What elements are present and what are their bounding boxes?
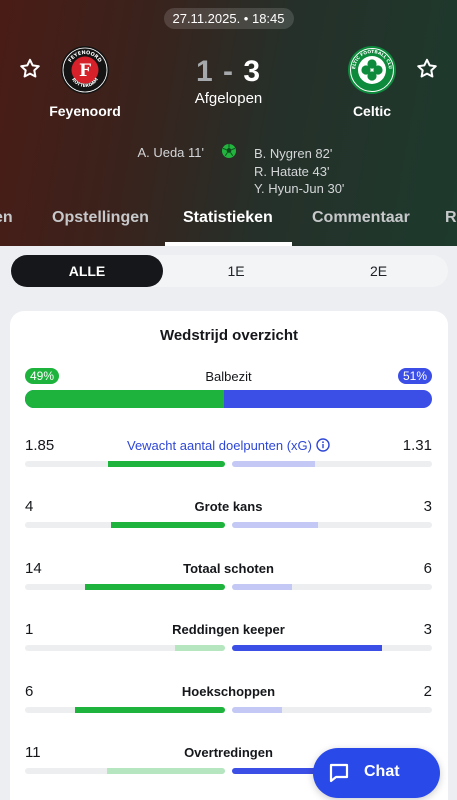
away-scorer: B. Nygren 82' [254,146,333,161]
away-scorers: B. Nygren 82' R. Hatate 43' Y. Hyun-Jun … [254,145,344,198]
stat-label: Totaal schoten [25,561,432,576]
stat-label: Reddingen keeper [25,622,432,637]
period-second-half-button[interactable]: 2E [309,255,448,287]
chat-bubble-icon [329,763,349,783]
stat-row: 1 Reddingen keeper 3 [25,621,432,661]
away-scorer: R. Hatate 43' [254,163,330,179]
stat-home-fill [175,645,225,651]
match-datetime: 27.11.2025. • 18:45 [163,8,294,29]
stat-row: 4 Grote kans 3 [25,498,432,538]
stat-home-fill [107,768,225,774]
tab-opstellingen[interactable]: Opstellingen [52,209,149,227]
home-scorers: A. Ueda 11' [137,145,204,160]
away-possession-badge: 51% [397,368,432,384]
stat-away-fill [232,768,314,774]
match-header: 27.11.2025. • 18:45 FEYENOORD ROTTERDAM … [0,0,457,246]
home-score: 1 [195,55,214,88]
info-icon[interactable] [316,438,330,452]
stat-home-fill [111,522,225,528]
away-score: 3 [243,55,262,88]
stat-row: 14 Totaal schoten 6 [25,560,432,600]
stat-away-fill [232,584,292,590]
stat-label-text: Hoekschoppen [181,684,276,699]
stat-home-track [25,461,225,467]
tab-partial-left[interactable]: en [0,209,13,227]
stat-label-text: Totaal schoten [183,561,274,576]
stat-away-fill [232,645,382,651]
stat-home-track [25,584,225,590]
possession-row: 49% Balbezit 51% [25,368,432,414]
stat-label-text: Reddingen keeper [172,622,285,637]
active-tab-indicator [165,242,292,246]
stat-home-track [25,522,225,528]
home-possession-fill [25,390,225,408]
match-tabs: en Opstellingen Statistieken Commentaar … [0,209,457,246]
tab-commentaar[interactable]: Commentaar [312,209,410,227]
match-overview-card: Wedstrijd overzicht 49% Balbezit 51% 1.8… [10,311,448,800]
stat-away-track [232,461,432,467]
away-scorer: Y. Hyun-Jun 30' [254,181,345,196]
stat-away-value: 1.31 [402,437,432,454]
chat-button[interactable]: Chat [313,748,440,798]
tab-partial-right[interactable]: Ra [445,209,457,227]
stat-label-text: Vewacht aantal doelpunten (xG) [126,438,312,453]
period-first-half-button[interactable]: 1E [163,255,309,287]
stat-away-track [232,707,432,713]
score-separator: - [223,55,234,88]
stat-label-text: Overtredingen [184,745,273,760]
period-selector: ALLE 1E 2E [10,255,448,287]
period-all-button[interactable]: ALLE [11,255,163,287]
match-status: Afgelopen [194,90,263,107]
overview-title: Wedstrijd overzicht [159,327,299,344]
stat-home-track [25,768,225,774]
stat-away-track [232,522,432,528]
stat-home-track [25,645,225,651]
stat-label[interactable]: Vewacht aantal doelpunten (xG) [25,438,432,453]
scoreline: 1 - 3 [0,55,457,89]
stat-away-value: 6 [423,560,432,577]
stat-away-fill [232,461,315,467]
possession-label: Balbezit [205,369,252,384]
stat-away-track [232,645,432,651]
possession-bar [25,390,432,408]
stat-home-fill [85,584,225,590]
stat-away-fill [232,522,318,528]
chat-label: Chat [364,763,400,780]
stat-home-fill [108,461,225,467]
stat-away-value: 2 [423,683,432,700]
home-scorer: A. Ueda 11' [137,145,204,160]
stat-away-fill [232,707,282,713]
stat-label: Grote kans [25,499,432,514]
football-icon [222,144,236,158]
stat-label: Hoekschoppen [25,684,432,699]
stat-row: 1.85 Vewacht aantal doelpunten (xG) 1.31 [25,437,432,477]
tab-statistieken[interactable]: Statistieken [183,209,273,227]
stat-home-track [25,707,225,713]
stat-home-fill [75,707,225,713]
stat-away-value: 3 [423,621,432,638]
stat-row: 6 Hoekschoppen 2 [25,683,432,723]
stat-label-text: Grote kans [194,499,263,514]
stat-away-value: 3 [423,498,432,515]
stat-away-track [232,584,432,590]
